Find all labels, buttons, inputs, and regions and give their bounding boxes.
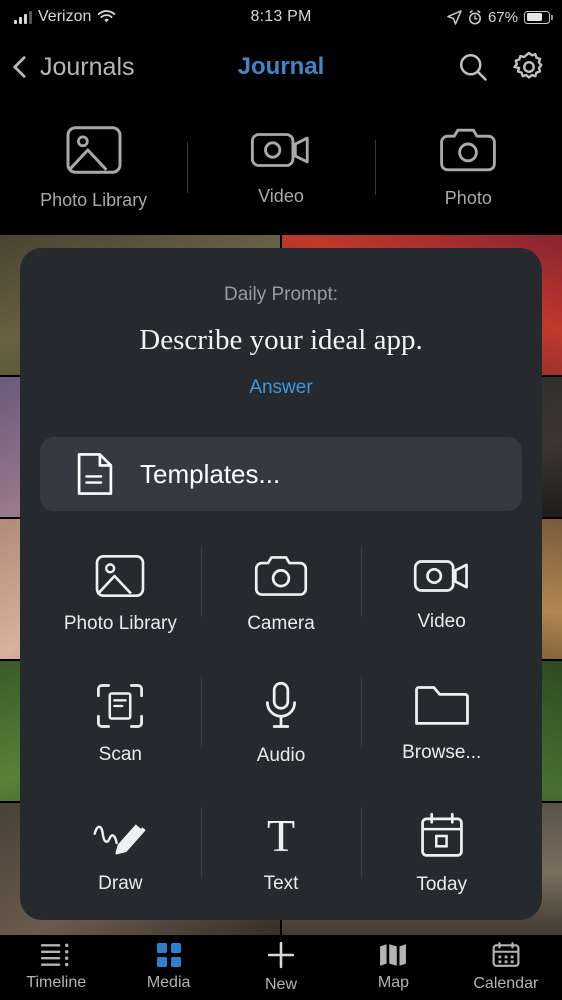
media-grid-icon	[156, 943, 181, 967]
tab-timeline[interactable]: Timeline	[0, 943, 112, 992]
tab-calendar[interactable]: Calendar	[450, 942, 562, 993]
option-label: Audio	[256, 745, 306, 766]
alarm-icon	[468, 9, 481, 24]
pencil-squiggle-icon	[93, 821, 146, 855]
nav-actions	[456, 50, 546, 84]
journal-app-screen: Verizon 8:13 PM 67% Journals Journal Pho…	[0, 0, 562, 1000]
new-entry-sheet: Daily Prompt: Describe your ideal app. A…	[20, 248, 542, 920]
option-audio[interactable]: Audio	[200, 659, 362, 789]
option-browse[interactable]: Browse...	[361, 659, 522, 789]
gear-icon[interactable]	[512, 50, 546, 84]
option-today[interactable]: Today	[361, 789, 522, 919]
option-video[interactable]: Video	[361, 529, 522, 659]
tab-media[interactable]: Media	[112, 943, 224, 992]
option-label: Draw	[98, 873, 143, 894]
search-icon[interactable]	[456, 50, 490, 84]
camera-icon	[254, 556, 308, 596]
quick-action-photo-library[interactable]: Photo Library	[0, 124, 187, 211]
folder-icon	[414, 686, 469, 725]
tab-bar: Timeline Media New Map Calendar	[0, 935, 562, 1000]
quick-action-label: Photo	[444, 188, 492, 208]
battery-percent-label: 67%	[487, 8, 518, 26]
option-camera[interactable]: Camera	[200, 529, 362, 659]
option-label: Today	[416, 874, 468, 895]
quick-action-video[interactable]: Video	[187, 128, 374, 207]
video-camera-icon	[413, 560, 468, 592]
quick-action-label: Video	[258, 186, 304, 206]
text-t-icon: T	[266, 810, 296, 861]
tab-label: Timeline	[26, 974, 87, 991]
document-scan-icon	[97, 684, 144, 728]
quick-action-strip: Photo Library Video Photo	[0, 100, 562, 235]
microphone-icon	[265, 681, 296, 728]
calendar-day-icon	[420, 812, 463, 857]
attachment-options-grid: Photo Library Camera Video Scan Audio Br…	[40, 529, 522, 919]
templates-button[interactable]: Templates...	[40, 437, 522, 511]
option-label: Video	[417, 611, 466, 632]
option-draw[interactable]: Draw	[40, 789, 201, 919]
option-scan[interactable]: Scan	[40, 659, 201, 789]
option-label: Text	[263, 873, 299, 894]
calendar-icon	[492, 942, 520, 967]
answer-button[interactable]: Answer	[249, 377, 312, 399]
tab-new[interactable]: New	[225, 941, 337, 994]
quick-action-photo[interactable]: Photo	[374, 126, 562, 209]
tab-label: Calendar	[473, 975, 539, 992]
option-label: Camera	[247, 613, 315, 634]
daily-prompt-text: Describe your ideal app.	[139, 324, 423, 356]
camera-icon	[440, 128, 497, 172]
timeline-list-icon	[41, 943, 69, 967]
option-text[interactable]: T Text	[200, 789, 362, 919]
quick-action-label: Photo Library	[40, 190, 148, 210]
document-icon	[77, 453, 113, 495]
video-camera-icon	[250, 133, 309, 167]
map-icon	[380, 944, 407, 966]
status-bar-right: 67%	[447, 8, 553, 26]
plus-icon	[267, 941, 295, 969]
photo-library-icon	[96, 554, 145, 598]
daily-prompt-kicker: Daily Prompt:	[223, 284, 339, 305]
option-photo-library[interactable]: Photo Library	[40, 529, 201, 659]
location-arrow-icon	[447, 9, 462, 25]
battery-icon	[524, 10, 553, 24]
tab-label: Map	[377, 974, 409, 991]
status-bar: Verizon 8:13 PM 67%	[0, 0, 562, 34]
templates-button-label: Templates...	[140, 458, 281, 489]
tab-map[interactable]: Map	[337, 943, 449, 992]
option-label: Scan	[98, 744, 142, 765]
option-label: Photo Library	[63, 613, 177, 634]
option-label: Browse...	[402, 742, 482, 763]
tab-label: New	[265, 976, 298, 993]
navigation-bar: Journals Journal	[0, 34, 562, 100]
photo-library-icon	[66, 126, 122, 174]
tab-label: Media	[146, 974, 191, 991]
